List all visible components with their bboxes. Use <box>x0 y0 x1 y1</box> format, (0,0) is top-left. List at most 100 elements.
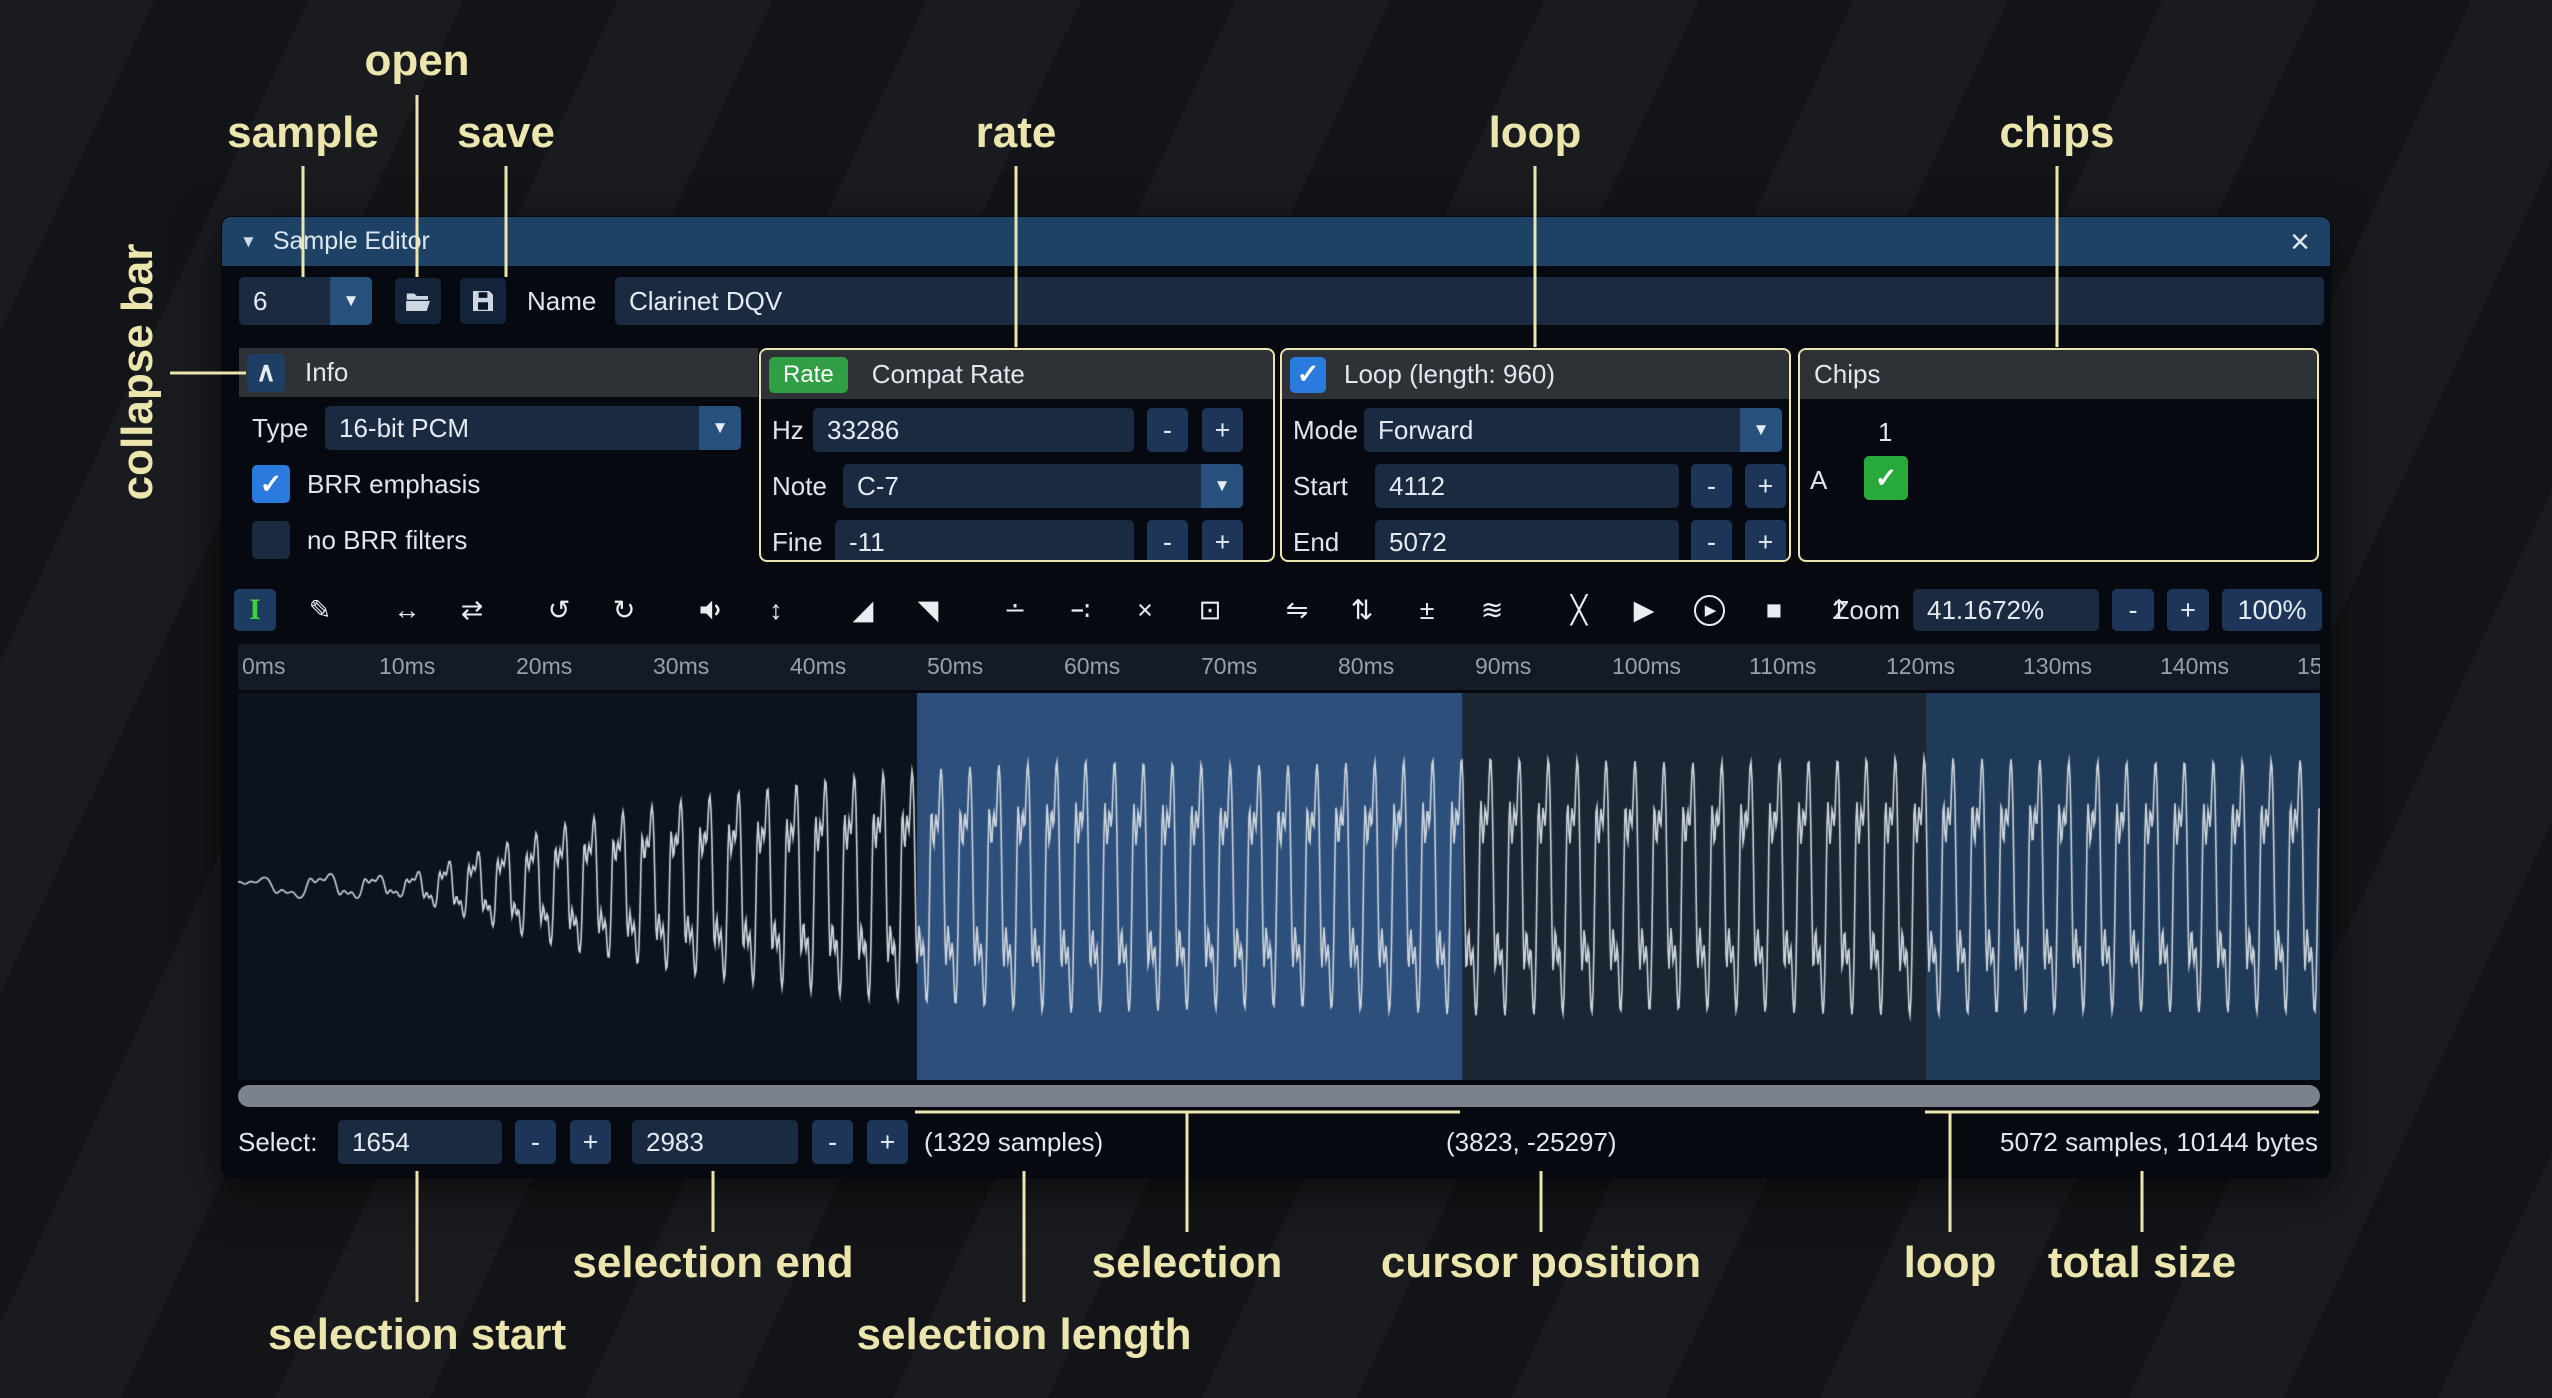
no-brr-filters-label: no BRR filters <box>307 521 467 559</box>
info-header-label: Info <box>305 357 348 388</box>
chip-a-checkbox[interactable]: ✓ <box>1864 456 1908 500</box>
apply-silence-button[interactable]: ∹ <box>1059 589 1101 631</box>
undo-button[interactable]: ↺ <box>538 589 580 631</box>
page-background: ▼ Sample Editor × 6 ▼ Name Clarinet DQV <box>0 0 2552 1398</box>
selection-start-minus-button[interactable]: - <box>515 1120 556 1164</box>
stop-button[interactable]: ■ <box>1753 589 1795 631</box>
selection-end-input[interactable]: 2983 <box>632 1120 798 1164</box>
waveform-canvas[interactable] <box>238 693 2320 1080</box>
trim-button[interactable]: ⊡ <box>1189 589 1231 631</box>
chevron-down-icon[interactable]: ▼ <box>330 277 372 325</box>
waveform-view[interactable] <box>238 693 2320 1080</box>
annotation-selection-length: selection length <box>857 1310 1192 1360</box>
delete-icon: × <box>1137 595 1153 626</box>
info-header[interactable]: ∧ Info <box>239 348 758 397</box>
chevron-down-icon[interactable]: ▼ <box>699 406 741 450</box>
crossfade-button[interactable]: ╳ <box>1558 589 1600 631</box>
save-button[interactable] <box>460 278 506 324</box>
waveform-scrollbar[interactable] <box>238 1083 2320 1109</box>
loop-end-minus-button[interactable]: - <box>1691 520 1732 562</box>
zoom-plus-button[interactable]: + <box>2167 589 2209 631</box>
toolbar-buttons: I✎↔⇄↺↻↕◢◥∸∹×⊡⇋⇅±≋╳▶▶■↥ <box>234 584 1883 636</box>
invert-button[interactable]: ⇅ <box>1341 589 1383 631</box>
brr-emphasis-checkbox[interactable]: ✓ <box>252 465 290 503</box>
chips-header-label: Chips <box>1814 359 1880 390</box>
selection-start-plus-button[interactable]: + <box>570 1120 611 1164</box>
tab-compat-rate[interactable]: Compat Rate <box>872 359 1025 390</box>
select-label: Select: <box>238 1119 318 1165</box>
redo-button[interactable]: ↻ <box>603 589 645 631</box>
fine-label: Fine <box>772 520 823 562</box>
zoom-input[interactable]: 41.1672% <box>1913 589 2099 631</box>
chevron-down-icon[interactable]: ▼ <box>1740 408 1782 452</box>
selection-length-text: (1329 samples) <box>924 1119 1103 1165</box>
note-combo[interactable]: C-7 ▼ <box>843 464 1243 508</box>
insert-silence-button[interactable]: ∸ <box>994 589 1036 631</box>
selection-end-minus-button[interactable]: - <box>812 1120 853 1164</box>
fine-input[interactable]: -11 <box>835 520 1134 562</box>
edit-select-button[interactable]: I <box>234 589 276 631</box>
chevron-down-icon[interactable]: ▼ <box>1201 464 1243 508</box>
chip-column-header: 1 <box>1878 412 1892 452</box>
no-brr-filters-checkbox[interactable] <box>252 521 290 559</box>
amplify-button[interactable] <box>690 589 732 631</box>
loop-start-minus-button[interactable]: - <box>1691 464 1732 508</box>
sign-button[interactable]: ± <box>1406 589 1448 631</box>
flip-button[interactable]: ⇋ <box>1276 589 1318 631</box>
annotation-total-size: total size <box>2048 1238 2236 1288</box>
preview-selection-button[interactable]: ▶ <box>1688 589 1730 631</box>
total-size-text: 5072 samples, 10144 bytes <box>2000 1119 2318 1165</box>
chip-row-label: A <box>1810 458 1827 502</box>
name-value: Clarinet DQV <box>629 286 782 317</box>
scrollbar-thumb[interactable] <box>238 1085 2320 1107</box>
annotation-loop-bottom: loop <box>1904 1238 1997 1288</box>
fine-plus-button[interactable]: + <box>1202 520 1243 562</box>
loop-start-plus-button[interactable]: + <box>1745 464 1786 508</box>
fine-minus-button[interactable]: - <box>1147 520 1188 562</box>
name-input[interactable]: Clarinet DQV <box>615 277 2324 325</box>
brr-emphasis-label: BRR emphasis <box>307 465 480 503</box>
normalize-button[interactable]: ↕ <box>755 589 797 631</box>
annotation-sample: sample <box>227 108 379 158</box>
open-folder-icon <box>403 286 433 316</box>
window-collapse-icon[interactable]: ▼ <box>240 232 257 252</box>
close-button[interactable]: × <box>2280 222 2320 262</box>
fade-in-button[interactable]: ◢ <box>842 589 884 631</box>
resize-button[interactable]: ↔ <box>386 589 428 631</box>
collapse-info-button[interactable]: ∧ <box>247 354 285 392</box>
ruler-label: 60ms <box>1064 653 1120 680</box>
resample-button[interactable]: ⇄ <box>451 589 493 631</box>
selection-start-input[interactable]: 1654 <box>338 1120 502 1164</box>
sample-select-combo[interactable]: 6 ▼ <box>239 277 372 325</box>
ruler-label: 50ms <box>927 653 983 680</box>
mode-combo[interactable]: Forward ▼ <box>1364 408 1782 452</box>
loop-end-input[interactable]: 5072 <box>1375 520 1679 562</box>
zoom-minus-button[interactable]: - <box>2112 589 2154 631</box>
loop-end-plus-button[interactable]: + <box>1745 520 1786 562</box>
fine-value: -11 <box>849 527 885 558</box>
ruler-label: 110ms <box>1749 653 1816 680</box>
zoom-reset-button[interactable]: 100% <box>2222 589 2322 631</box>
preview-button[interactable]: ▶ <box>1623 589 1665 631</box>
selection-end-plus-button[interactable]: + <box>867 1120 908 1164</box>
titlebar[interactable]: ▼ Sample Editor <box>222 217 2330 266</box>
chips-section: Chips 1 A ✓ <box>1798 348 2319 562</box>
tab-rate[interactable]: Rate <box>769 357 848 393</box>
edit-draw-button[interactable]: ✎ <box>299 589 341 631</box>
filter-button[interactable]: ≋ <box>1471 589 1513 631</box>
ruler-label: 40ms <box>790 653 846 680</box>
loop-start-input[interactable]: 4112 <box>1375 464 1679 508</box>
hz-input[interactable]: 33286 <box>813 408 1134 452</box>
hz-minus-button[interactable]: - <box>1147 408 1188 452</box>
type-combo[interactable]: 16-bit PCM ▼ <box>325 406 741 450</box>
loop-checkbox[interactable]: ✓ <box>1290 357 1326 393</box>
crossfade-icon: ╳ <box>1571 595 1587 626</box>
loop-section: ✓ Loop (length: 960) Mode Forward ▼ Star… <box>1280 348 1791 562</box>
delete-button[interactable]: × <box>1124 589 1166 631</box>
resample-icon: ⇄ <box>461 595 484 626</box>
ruler-label: 0ms <box>242 653 285 680</box>
fade-out-button[interactable]: ◥ <box>907 589 949 631</box>
edit-draw-icon: ✎ <box>309 595 332 626</box>
hz-plus-button[interactable]: + <box>1202 408 1243 452</box>
open-button[interactable] <box>395 278 441 324</box>
